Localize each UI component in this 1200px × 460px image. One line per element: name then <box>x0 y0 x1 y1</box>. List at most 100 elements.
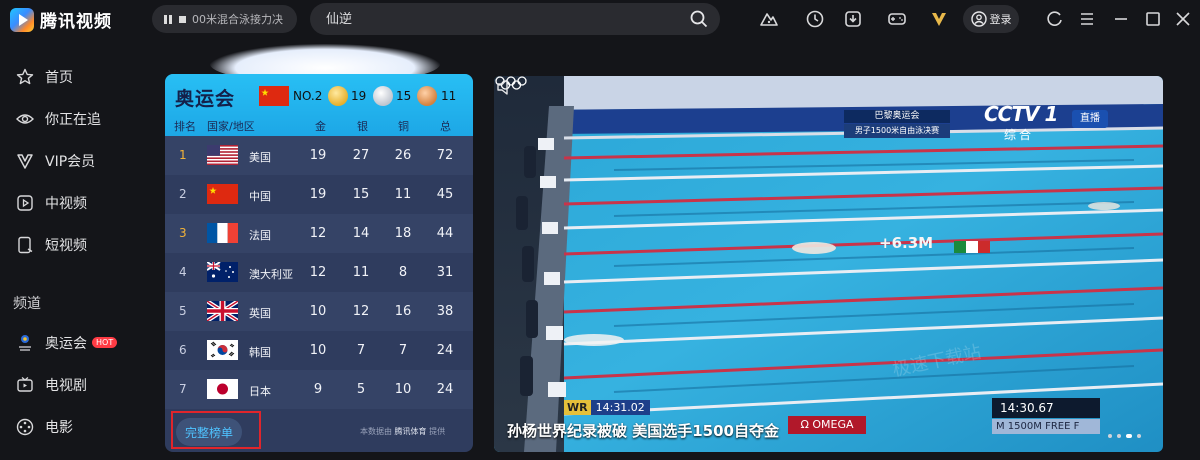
row-rank: 3 <box>179 226 187 240</box>
source-prefix: 本数据由 <box>360 427 392 436</box>
minimize-icon[interactable] <box>1111 9 1131 29</box>
sidebar-item-label: 首页 <box>45 70 73 86</box>
download-icon[interactable] <box>843 9 863 29</box>
row-rank: 4 <box>179 265 187 279</box>
video-caption[interactable]: 孙杨世界纪录被破 美国选手1500自夺金 <box>507 420 779 441</box>
sidebar-item-movies[interactable]: 电影 <box>0 407 140 447</box>
maximize-icon[interactable] <box>1143 9 1163 29</box>
row-bronze: 16 <box>394 304 412 319</box>
carousel-dot[interactable] <box>1126 434 1132 438</box>
search-input[interactable] <box>326 11 666 27</box>
film-reel-icon <box>16 418 34 436</box>
volume-icon[interactable] <box>494 76 516 98</box>
korea-flag-icon <box>207 340 238 360</box>
history-icon[interactable] <box>805 9 825 29</box>
sidebar-item-mid-video[interactable]: 中视频 <box>0 183 140 223</box>
user-icon <box>970 11 987 27</box>
app-logo[interactable]: 腾讯视频 <box>10 7 112 32</box>
pause-icon[interactable] <box>164 14 172 24</box>
uk-flag-icon <box>207 301 238 321</box>
game-mountain-icon[interactable] <box>759 9 779 29</box>
carousel-dot[interactable] <box>1137 434 1141 438</box>
row-silver: 12 <box>352 304 370 319</box>
sidebar-item-short-video[interactable]: 短视频 <box>0 225 140 265</box>
gamepad-icon[interactable] <box>887 9 907 29</box>
bronze-medal-icon <box>417 86 437 106</box>
sidebar-item-label: 你正在追 <box>45 112 101 128</box>
row-silver: 7 <box>356 343 366 358</box>
carousel-dots[interactable] <box>1108 434 1141 438</box>
play-box-icon <box>17 195 33 211</box>
sidebar-item-following[interactable]: 你正在追 <box>0 99 140 139</box>
row-total: 38 <box>436 304 454 319</box>
row-gold: 10 <box>309 304 327 319</box>
refresh-icon[interactable] <box>1045 9 1065 29</box>
login-button[interactable]: 登录 <box>963 5 1019 33</box>
row-total: 44 <box>436 226 454 241</box>
table-row[interactable]: 4 澳大利亚 12 11 8 31 <box>165 253 473 292</box>
sidebar-item-home[interactable]: 首页 <box>0 57 140 97</box>
search-icon[interactable] <box>690 10 708 28</box>
row-country: 英国 <box>249 307 271 320</box>
row-silver: 11 <box>352 265 370 280</box>
china-rank: NO.2 <box>293 89 323 103</box>
broadcast-event: 男子1500米自由泳决赛 <box>844 124 950 138</box>
broadcast-title: 巴黎奥运会 <box>844 110 950 123</box>
star-icon <box>16 68 34 85</box>
sidebar-item-olympics[interactable]: 奥运会 HOT <box>0 323 140 363</box>
sidebar-item-label: 电视剧 <box>45 378 87 394</box>
vip-crown-icon[interactable] <box>929 9 949 29</box>
gold-medal-icon <box>328 86 348 106</box>
row-gold: 10 <box>309 343 327 358</box>
col-country: 国家/地区 <box>207 120 255 133</box>
now-playing-pill[interactable]: 00米混合泳接力决 <box>152 5 297 33</box>
event-label: M 1500M FREE F <box>992 419 1100 434</box>
row-bronze: 26 <box>394 148 412 163</box>
logo-icon <box>10 7 34 32</box>
row-country: 澳大利亚 <box>249 268 293 281</box>
menu-icon[interactable] <box>1077 9 1097 29</box>
phone-video-icon <box>18 236 33 254</box>
tv-icon <box>17 377 33 392</box>
col-total: 总 <box>440 120 451 133</box>
row-country: 日本 <box>249 385 271 398</box>
row-silver: 27 <box>352 148 370 163</box>
row-silver: 14 <box>352 226 370 241</box>
carousel-dot[interactable] <box>1117 434 1121 438</box>
data-source-note: 本数据由 腾讯体育 提供 <box>360 426 445 437</box>
australia-flag-icon <box>207 262 238 282</box>
table-row[interactable]: 7 日本 9 5 10 24 <box>165 370 473 409</box>
row-bronze: 18 <box>394 226 412 241</box>
now-playing-title: 00米混合泳接力决 <box>192 13 283 26</box>
medal-table-header: 奥运会 NO.2 19 15 11 排名 国家/地区 金 银 铜 总 <box>165 74 473 136</box>
row-total: 31 <box>436 265 454 280</box>
sidebar-item-tv-series[interactable]: 电视剧 <box>0 365 140 405</box>
world-record-tag: WR 14:31.02 <box>564 400 650 415</box>
row-country: 法国 <box>249 229 271 242</box>
row-rank: 2 <box>179 187 187 201</box>
top-bar: 腾讯视频 00米混合泳接力决 仙逆 登录 <box>0 0 1200 40</box>
table-row[interactable]: 1 美国 19 27 26 72 <box>165 136 473 175</box>
row-rank: 5 <box>179 304 187 318</box>
close-icon[interactable] <box>1173 9 1193 29</box>
table-row[interactable]: 6 韩国 10 7 7 24 <box>165 331 473 370</box>
table-row[interactable]: 2 中国 19 15 11 45 <box>165 175 473 214</box>
video-player[interactable]: 极速下载站 巴黎奥运会 男子1500米自由泳决赛 CCTV 1 综合 直播 +6… <box>494 76 1163 452</box>
table-row[interactable]: 3 法国 12 14 18 44 <box>165 214 473 253</box>
row-silver: 15 <box>352 187 370 202</box>
stop-icon[interactable] <box>179 15 186 23</box>
app-window: 腾讯视频 00米混合泳接力决 仙逆 登录 首页 你正在追 VIP会员 中视频 短… <box>0 0 1200 460</box>
channel-logo: CCTV 1 <box>984 102 1058 126</box>
gap-indicator: +6.3M <box>879 234 934 252</box>
row-bronze: 11 <box>394 187 412 202</box>
table-row[interactable]: 5 英国 10 12 16 38 <box>165 292 473 331</box>
row-gold: 19 <box>309 148 327 163</box>
swimming-pool-frame: 极速下载站 <box>494 76 1163 452</box>
col-rank: 排名 <box>174 120 196 133</box>
carousel-dot[interactable] <box>1108 434 1112 438</box>
sidebar-item-vip[interactable]: VIP会员 <box>0 141 140 181</box>
row-total: 24 <box>436 343 454 358</box>
row-total: 45 <box>436 187 454 202</box>
row-gold: 12 <box>309 265 327 280</box>
sidebar-item-label: 短视频 <box>45 238 87 254</box>
